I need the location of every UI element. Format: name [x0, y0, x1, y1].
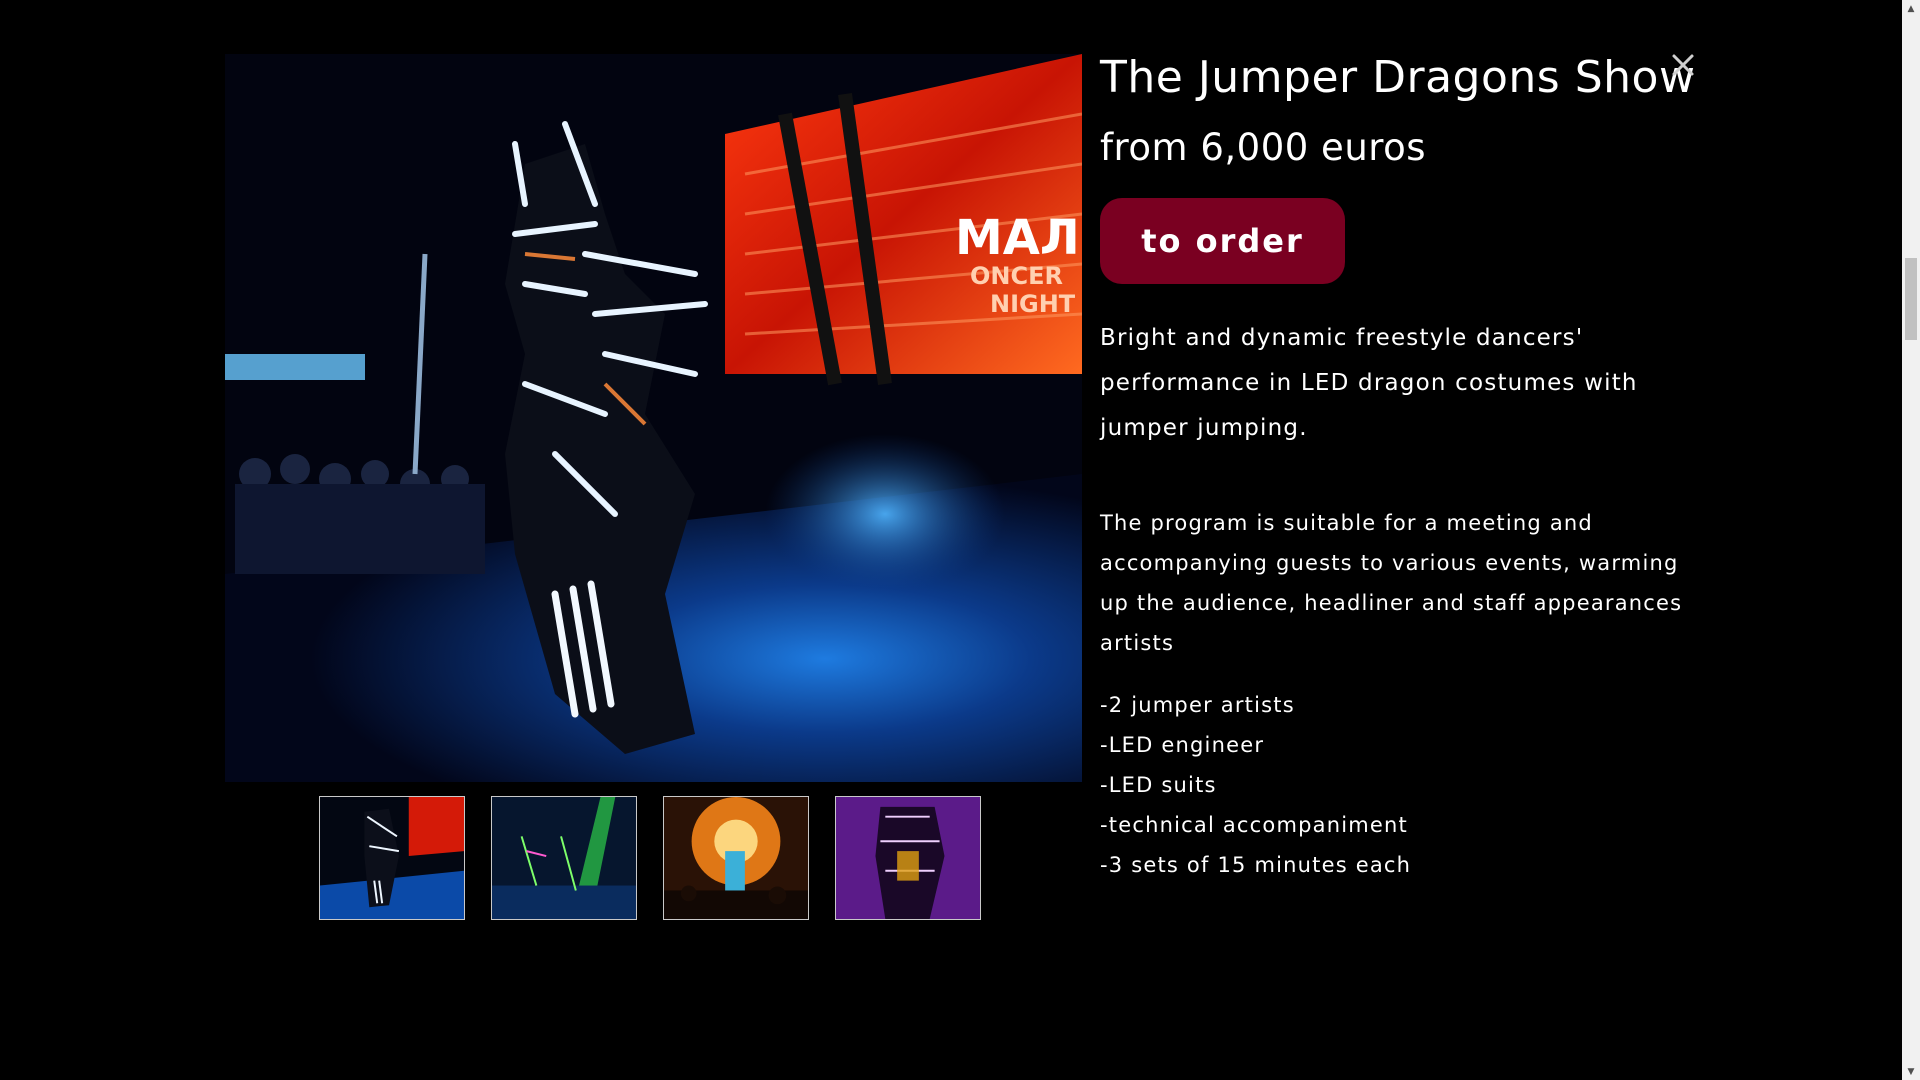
svg-text:ONCER: ONCER: [970, 262, 1063, 290]
main-gallery-image[interactable]: МАЛ ONCER NIGHT: [225, 54, 1082, 782]
order-button[interactable]: to order: [1100, 198, 1345, 284]
product-description: Bright and dynamic freestyle dancers' pe…: [1100, 325, 1638, 441]
feature-item: -LED suits: [1100, 773, 1217, 797]
thumbnail-4[interactable]: [835, 796, 981, 920]
close-button[interactable]: [1668, 50, 1698, 80]
thumbnail-2[interactable]: [491, 796, 637, 920]
feature-item: -technical accompaniment: [1100, 813, 1408, 837]
svg-text:NIGHT: NIGHT: [990, 290, 1076, 318]
scroll-up-icon[interactable]: ▲: [1902, 0, 1920, 17]
svg-text:МАЛ: МАЛ: [955, 210, 1080, 266]
product-price: from 6,000 euros: [1100, 126, 1427, 169]
feature-item: -LED engineer: [1100, 733, 1265, 757]
thumbnail-3[interactable]: [663, 796, 809, 920]
vertical-scrollbar[interactable]: ▲ ▼: [1902, 0, 1920, 1080]
feature-item: -2 jumper artists: [1100, 693, 1295, 717]
features-list: -2 jumper artists -LED engineer -LED sui…: [1100, 685, 1700, 885]
product-title: The Jumper Dragons Show: [1100, 52, 1696, 103]
product-modal: МАЛ ONCER NIGHT The Jumper Dragons Show …: [0, 0, 1920, 1080]
led-dragon-photo: МАЛ ONCER NIGHT: [225, 54, 1082, 782]
feature-item: -3 sets of 15 minutes each: [1100, 853, 1412, 877]
scroll-thumb[interactable]: [1905, 258, 1917, 340]
program-description: The program is suitable for a meeting an…: [1100, 511, 1683, 655]
close-icon: [1672, 54, 1694, 76]
product-info: The Jumper Dragons Show from 6,000 euros…: [1100, 52, 1700, 885]
thumbnail-strip: [319, 796, 981, 920]
scroll-down-icon[interactable]: ▼: [1902, 1063, 1920, 1080]
thumbnail-1[interactable]: [319, 796, 465, 920]
